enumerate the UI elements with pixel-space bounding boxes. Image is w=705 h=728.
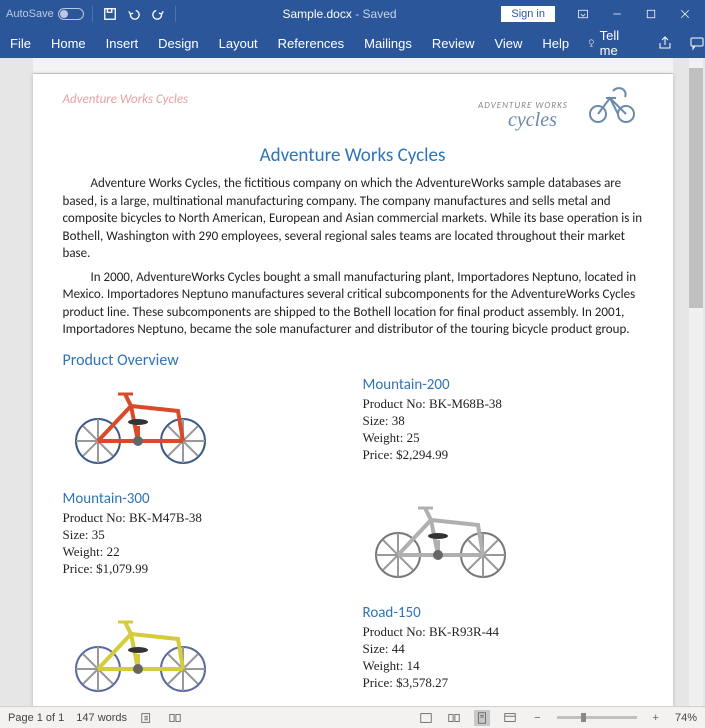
ruler[interactable] — [33, 58, 673, 74]
product-price: Price: $2,294.99 — [363, 447, 643, 464]
page-header: Adventure Works Cycles ADVENTURE WORKS c… — [63, 86, 643, 136]
logo-image: ADVENTURE WORKS cycles — [478, 86, 643, 134]
titlebar: AutoSave Sample.docx - Saved Sign in — [0, 0, 705, 28]
tell-me-button[interactable]: Tell me — [587, 28, 625, 58]
zoom-level[interactable]: 74% — [675, 712, 697, 724]
product-weight: Weight: 25 — [363, 430, 643, 447]
statusbar: Page 1 of 1 147 words − + 74% — [0, 706, 705, 728]
tab-file[interactable]: File — [8, 32, 33, 55]
product-size: Size: 44 — [363, 641, 643, 658]
product-info-0: Mountain-200 Product No: BK-M68B-38 Size… — [363, 376, 643, 466]
tell-me-label: Tell me — [600, 28, 625, 58]
toggle-icon — [58, 8, 84, 20]
tab-home[interactable]: Home — [49, 32, 88, 55]
sign-in-button[interactable]: Sign in — [501, 6, 555, 22]
product-weight: Weight: 14 — [363, 658, 643, 675]
product-no: Product No: BK-M47B-38 — [63, 510, 343, 527]
redo-icon[interactable] — [149, 5, 167, 23]
product-info-2: Road-150 Product No: BK-R93R-44 Size: 44… — [363, 604, 643, 694]
tab-references[interactable]: References — [276, 32, 346, 55]
page-indicator[interactable]: Page 1 of 1 — [8, 712, 64, 724]
zoom-in-button[interactable]: + — [649, 712, 663, 724]
print-layout-icon[interactable] — [474, 710, 490, 726]
tab-help[interactable]: Help — [540, 32, 571, 55]
product-price: Price: $3,578.27 — [363, 675, 643, 692]
zoom-out-button[interactable]: − — [530, 712, 544, 724]
save-icon[interactable] — [101, 5, 119, 23]
accessibility-icon[interactable] — [167, 710, 183, 726]
vertical-scrollbar[interactable] — [689, 58, 703, 706]
product-grid: Mountain-200 Product No: BK-M68B-38 Size… — [63, 376, 643, 694]
document-area[interactable]: Adventure Works Cycles ADVENTURE WORKS c… — [0, 58, 705, 706]
tab-insert[interactable]: Insert — [104, 32, 141, 55]
word-count[interactable]: 147 words — [76, 712, 127, 724]
product-size: Size: 35 — [63, 527, 343, 544]
close-icon[interactable] — [671, 3, 699, 25]
product-image-0 — [63, 376, 343, 466]
tab-layout[interactable]: Layout — [217, 32, 260, 55]
product-name: Mountain-200 — [363, 376, 643, 394]
undo-icon[interactable] — [125, 5, 143, 23]
ribbon-options-icon[interactable] — [569, 3, 597, 25]
tab-view[interactable]: View — [492, 32, 524, 55]
product-no: Product No: BK-M68B-38 — [363, 396, 643, 413]
spellcheck-icon[interactable] — [139, 710, 155, 726]
product-name: Mountain-300 — [63, 490, 343, 508]
product-name: Road-150 — [363, 604, 643, 622]
scrollbar-thumb[interactable] — [689, 68, 703, 308]
comments-icon[interactable] — [689, 33, 705, 53]
product-weight: Weight: 22 — [63, 544, 343, 561]
product-image-2 — [63, 604, 343, 694]
read-mode-icon[interactable] — [446, 710, 462, 726]
zoom-slider[interactable] — [557, 716, 637, 719]
product-image-1 — [363, 490, 643, 580]
share-icon[interactable] — [657, 33, 673, 53]
filename-text: Sample.docx — [282, 7, 351, 21]
window-title: Sample.docx - Saved — [184, 7, 496, 21]
divider — [175, 6, 176, 22]
tab-mailings[interactable]: Mailings — [362, 32, 414, 55]
product-price: Price: $1,079.99 — [63, 561, 343, 578]
web-layout-icon[interactable] — [502, 710, 518, 726]
product-info-1: Mountain-300 Product No: BK-M47B-38 Size… — [63, 490, 343, 580]
minimize-icon[interactable] — [603, 3, 631, 25]
document-title: Adventure Works Cycles — [63, 144, 643, 167]
paragraph-1: Adventure Works Cycles, the fictitious c… — [63, 175, 643, 263]
divider — [92, 6, 93, 22]
page[interactable]: Adventure Works Cycles ADVENTURE WORKS c… — [33, 74, 673, 706]
focus-mode-icon[interactable] — [418, 710, 434, 726]
product-size: Size: 38 — [363, 413, 643, 430]
header-text: Adventure Works Cycles — [63, 86, 189, 107]
autosave-toggle[interactable]: AutoSave — [6, 8, 84, 20]
tab-design[interactable]: Design — [156, 32, 200, 55]
autosave-label: AutoSave — [6, 8, 54, 20]
saved-status: - Saved — [355, 7, 396, 21]
product-no: Product No: BK-R93R-44 — [363, 624, 643, 641]
paragraph-2: In 2000, AdventureWorks Cycles bought a … — [63, 269, 643, 339]
maximize-icon[interactable] — [637, 3, 665, 25]
tab-review[interactable]: Review — [430, 32, 477, 55]
section-heading: Product Overview — [63, 351, 643, 370]
ribbon: File Home Insert Design Layout Reference… — [0, 28, 705, 58]
svg-text:cycles: cycles — [508, 109, 557, 131]
